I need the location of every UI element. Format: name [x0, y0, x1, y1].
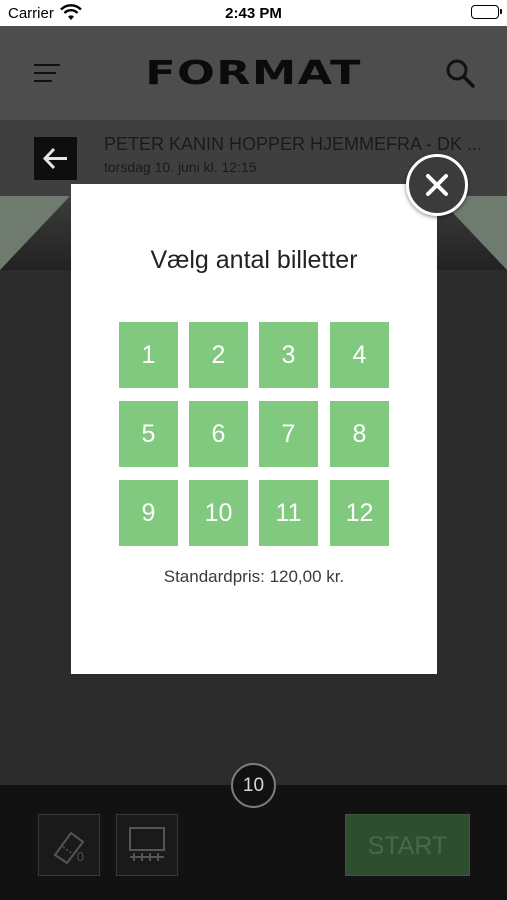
clock: 2:43 PM — [225, 5, 282, 22]
ticket-option-4[interactable]: 4 — [330, 322, 389, 388]
ticket-count-badge: 10 — [231, 763, 276, 808]
ticket-option-10[interactable]: 10 — [189, 480, 248, 546]
screen-view-button[interactable] — [116, 814, 178, 876]
app-header: FORMAT — [0, 26, 507, 120]
back-button[interactable] — [34, 137, 77, 180]
ticket-option-6[interactable]: 6 — [189, 401, 248, 467]
standard-price: Standardpris: 120,00 kr. — [163, 567, 345, 586]
seat-selection-button[interactable]: 0 — [38, 814, 100, 876]
search-icon[interactable] — [445, 58, 475, 88]
event-datetime: torsdag 10. juni kl. 12:15 — [104, 159, 257, 175]
close-modal-button[interactable] — [406, 154, 468, 216]
cinema-screen-icon — [129, 827, 165, 861]
ticket-option-3[interactable]: 3 — [259, 322, 318, 388]
ticket-option-8[interactable]: 8 — [330, 401, 389, 467]
ticket-option-1[interactable]: 1 — [119, 322, 178, 388]
ticket-option-2[interactable]: 2 — [189, 322, 248, 388]
ticket-quantity-grid: 1 2 3 4 5 6 7 8 9 10 11 12 — [119, 322, 389, 546]
seat-count: 0 — [76, 849, 84, 864]
ticket-quantity-modal: Vælg antal billetter 1 2 3 4 5 6 7 8 9 1… — [71, 184, 437, 674]
close-icon — [426, 174, 448, 196]
arrow-left-icon — [42, 147, 67, 170]
ticket-option-9[interactable]: 9 — [119, 480, 178, 546]
status-bar: Carrier 2:43 PM — [0, 0, 507, 26]
ticket-option-7[interactable]: 7 — [259, 401, 318, 467]
battery-icon — [471, 5, 502, 19]
start-button[interactable]: START — [345, 814, 470, 876]
modal-title: Vælg antal billetter — [150, 246, 358, 274]
logo: FORMAT — [145, 53, 362, 92]
event-title: PETER KANIN HOPPER HJEMMEFRA - DK ... — [104, 134, 483, 154]
ticket-option-5[interactable]: 5 — [119, 401, 178, 467]
ticket-option-11[interactable]: 11 — [259, 480, 318, 546]
ticket-option-12[interactable]: 12 — [330, 480, 389, 546]
